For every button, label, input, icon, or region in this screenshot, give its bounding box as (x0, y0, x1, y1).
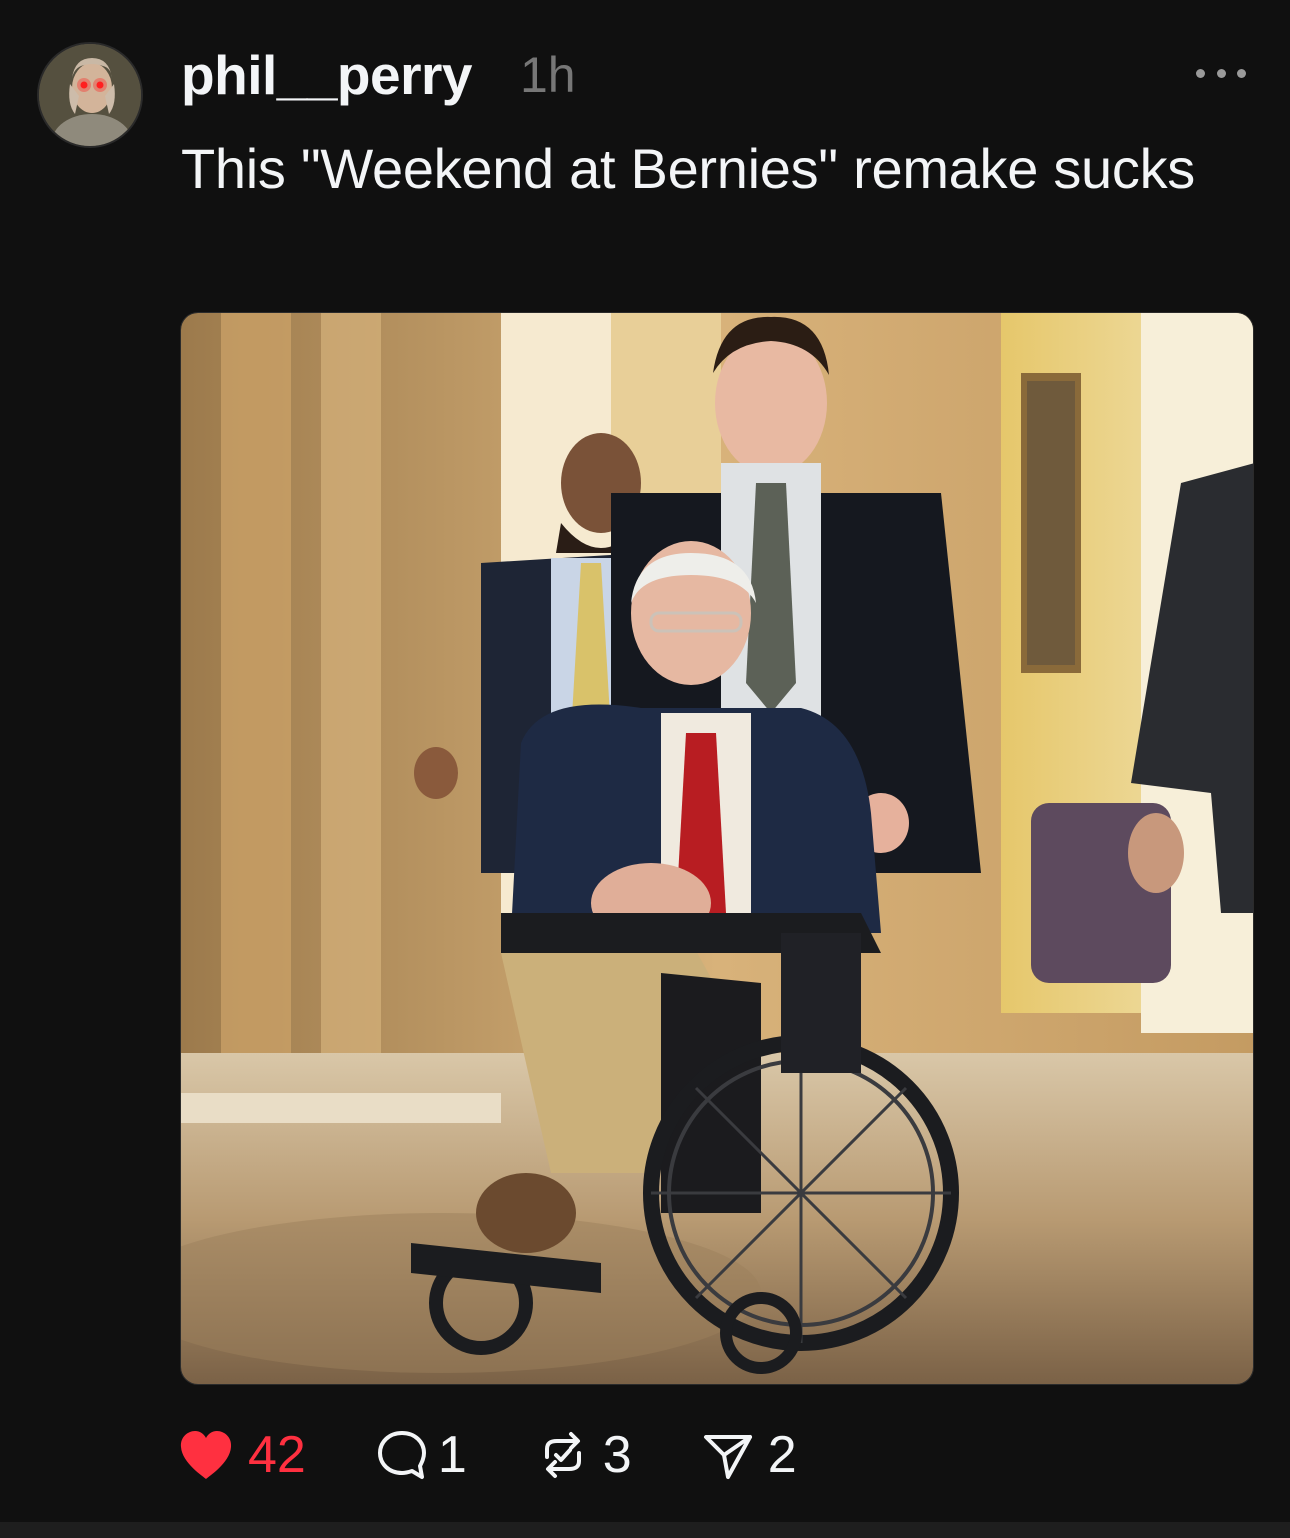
post-actions: 42 1 3 2 (178, 1420, 797, 1490)
share-count: 2 (767, 1426, 797, 1484)
post-card[interactable]: phil__perry 1h This "Weekend at Bernies"… (0, 0, 1290, 1522)
repost-icon (544, 1432, 581, 1478)
more-dot-icon (1196, 68, 1205, 78)
divider (0, 1522, 1290, 1538)
comment-icon (377, 1431, 426, 1479)
repost-count: 3 (602, 1426, 632, 1484)
username[interactable]: phil__perry (181, 40, 473, 110)
post-text: This "Weekend at Bernies" remake sucks (181, 137, 1195, 200)
more-dot-icon (1237, 68, 1246, 78)
more-dot-icon (1216, 68, 1226, 78)
like-count: 42 (248, 1426, 306, 1484)
post-timestamp: 1h (520, 47, 576, 103)
avatar[interactable] (37, 42, 143, 148)
share-button[interactable]: 2 (702, 1420, 797, 1490)
send-icon (703, 1435, 752, 1479)
post-image[interactable] (180, 312, 1254, 1385)
reply-button[interactable]: 1 (376, 1420, 467, 1490)
repost-button[interactable]: 3 (537, 1420, 632, 1490)
reply-count: 1 (437, 1426, 467, 1484)
more-options-button[interactable] (1196, 58, 1246, 88)
heart-icon (180, 1431, 232, 1479)
like-button[interactable]: 42 (178, 1420, 306, 1490)
